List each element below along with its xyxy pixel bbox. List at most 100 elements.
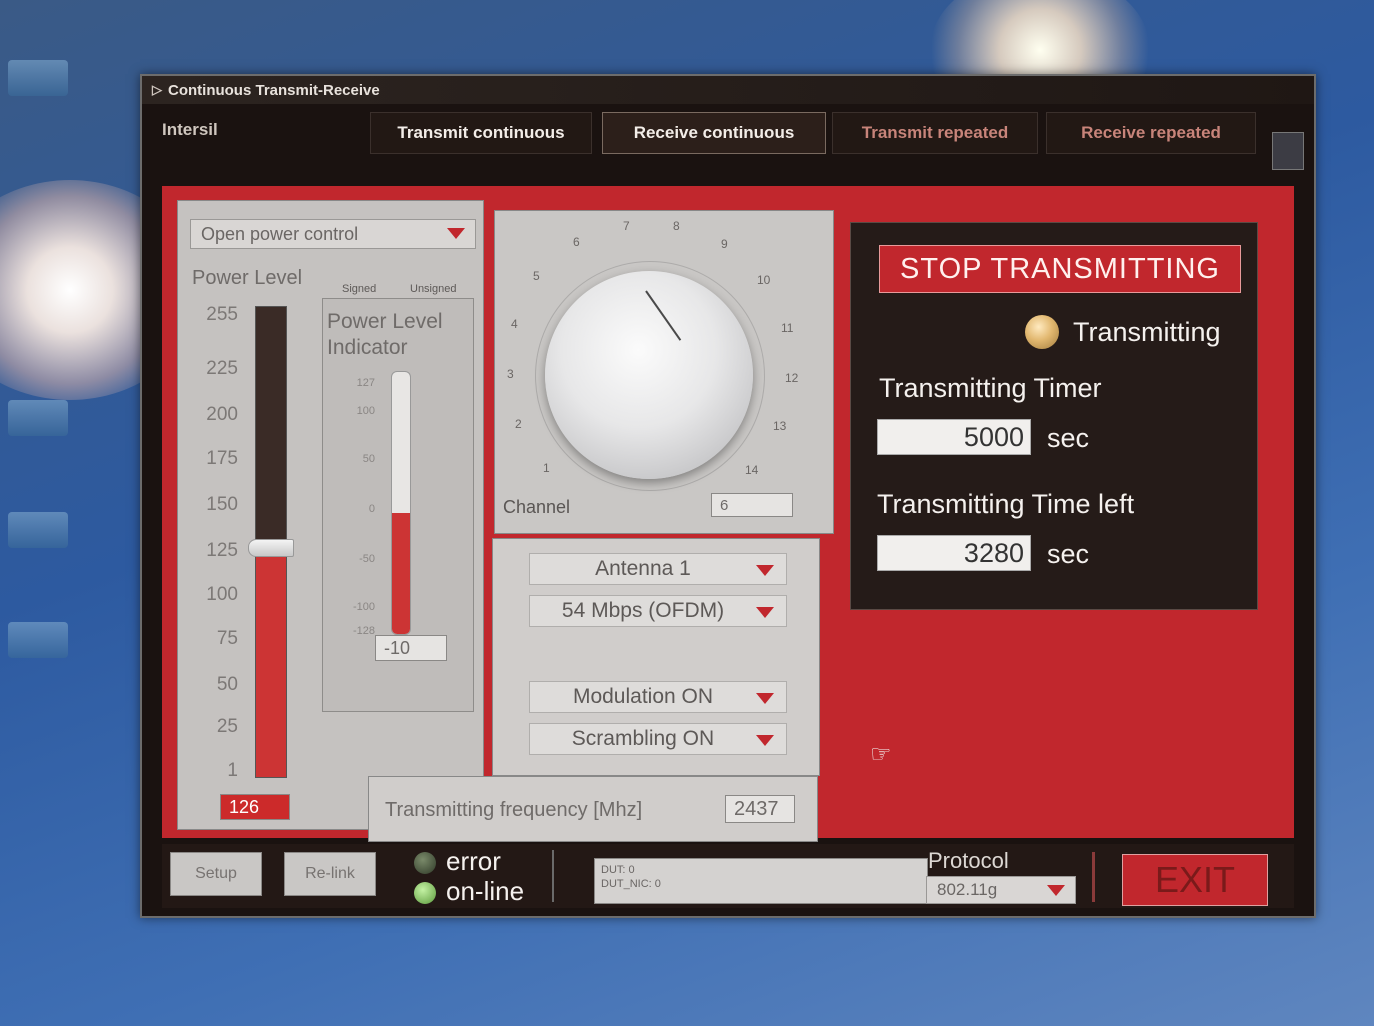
modulation-value: Modulation ON: [572, 685, 714, 708]
dial-number: 10: [757, 273, 771, 287]
mouse-cursor-icon: ☞: [870, 741, 892, 768]
chevron-down-icon: [756, 607, 774, 618]
frequency-value[interactable]: 2437: [725, 795, 795, 823]
title-bar: ▷ Continuous Transmit-Receive: [142, 76, 1314, 104]
scrambling-dropdown[interactable]: Scrambling ON: [529, 723, 787, 755]
desktop-icon[interactable]: [8, 60, 68, 96]
online-led-icon: [414, 882, 436, 904]
power-tick: 175: [206, 448, 238, 469]
modulation-dropdown[interactable]: Modulation ON: [529, 681, 787, 713]
protocol-dropdown[interactable]: 802.11g: [926, 876, 1076, 904]
dial-number: 14: [745, 463, 759, 477]
tab-receive-repeated[interactable]: Receive repeated: [1046, 112, 1256, 154]
time-left-label: Transmitting Time left: [877, 489, 1135, 519]
tab-transmit-continuous[interactable]: Transmit continuous: [370, 112, 592, 154]
indicator-tick: -100: [352, 601, 375, 613]
timer-unit: sec: [1047, 423, 1090, 453]
desktop-icon[interactable]: [8, 622, 68, 658]
chevron-down-icon: [1047, 885, 1065, 896]
antenna-dropdown[interactable]: Antenna 1: [529, 553, 787, 585]
chevron-down-icon: [756, 693, 774, 704]
tab-transmit-repeated[interactable]: Transmit repeated: [832, 112, 1038, 154]
power-tick: 50: [216, 674, 238, 695]
dial-number: 4: [511, 317, 518, 331]
power-tick: 255: [206, 304, 238, 325]
power-tick: 150: [206, 494, 238, 515]
indicator-tick: 0: [368, 503, 375, 515]
power-tick: 225: [206, 358, 238, 379]
power-indicator-panel: Power Level Indicator 127 100 50 0 -50 -…: [322, 298, 474, 712]
divider: [1092, 852, 1095, 902]
window-title: Continuous Transmit-Receive: [168, 81, 380, 99]
scrambling-value: Scrambling ON: [571, 727, 715, 750]
dial-number: 6: [573, 235, 580, 249]
power-slider-thumb[interactable]: [248, 538, 294, 557]
power-control-dropdown[interactable]: Open power control: [190, 219, 476, 249]
antenna-value: Antenna 1: [595, 557, 691, 580]
channel-panel: 1 2 3 4 5 6 7 8 9 10 11 12 13 14 Channel…: [494, 210, 834, 534]
timer-input[interactable]: 5000: [877, 419, 1031, 455]
indicator-title: Power Level Indicator: [327, 309, 443, 361]
indicator-tick: 127: [356, 377, 375, 389]
dial-number: 1: [543, 461, 550, 475]
dial-number: 11: [781, 321, 794, 335]
bottom-bar: Setup Re-link error on-line DUT: 0 DUT_N…: [162, 844, 1294, 908]
dial-number: 3: [507, 367, 514, 381]
time-left-field: 3280: [877, 535, 1031, 571]
dial-number: 12: [785, 371, 799, 385]
power-control-value: Open power control: [201, 223, 359, 244]
rate-dropdown[interactable]: 54 Mbps (OFDM): [529, 595, 787, 627]
online-label: on-line: [446, 876, 525, 906]
desktop-icon[interactable]: [8, 400, 68, 436]
indicator-tick: -128: [352, 625, 375, 637]
channel-value-field[interactable]: 6: [711, 493, 793, 517]
power-tick: 200: [206, 404, 238, 425]
signed-label: Signed: [342, 283, 377, 295]
power-level-label: Power Level: [192, 267, 303, 289]
scrollbar[interactable]: [1272, 132, 1304, 170]
indicator-value: -10: [375, 635, 447, 661]
indicator-tick: -50: [359, 553, 375, 565]
stop-transmitting-button[interactable]: STOP TRANSMITTING: [879, 245, 1241, 293]
dial-number: 2: [515, 417, 522, 431]
power-tick: 1: [227, 760, 238, 781]
brand-label: Intersil: [162, 120, 218, 139]
chevron-down-icon: [447, 228, 465, 239]
status-box: DUT: 0 DUT_NIC: 0: [594, 858, 928, 904]
error-led-icon: [414, 852, 436, 874]
protocol-value: 802.11g: [937, 880, 998, 899]
status-line-dut: DUT: 0: [601, 864, 635, 876]
status-line-dut-nic: DUT_NIC: 0: [601, 878, 661, 890]
transmitting-led-icon: [1025, 315, 1059, 349]
indicator-title-line2: Indicator: [327, 336, 408, 359]
dial-number: 9: [721, 237, 728, 251]
app-icon: ▷: [152, 82, 162, 97]
indicator-bar: [391, 371, 411, 635]
setup-button[interactable]: Setup: [170, 852, 262, 896]
desktop-icon[interactable]: [8, 512, 68, 548]
power-slider-fill: [256, 546, 286, 777]
dial-number: 7: [623, 219, 630, 233]
power-tick: 25: [216, 716, 238, 737]
tab-receive-continuous[interactable]: Receive continuous: [602, 112, 826, 154]
power-value-field[interactable]: 126: [220, 794, 290, 820]
exit-button[interactable]: EXIT: [1122, 854, 1268, 906]
protocol-label: Protocol: [928, 848, 1009, 873]
dial-number: 5: [533, 269, 540, 283]
app-window: ▷ Continuous Transmit-Receive _ □ × Inte…: [140, 74, 1316, 918]
power-tick: 125: [206, 540, 238, 561]
chevron-down-icon: [756, 565, 774, 576]
transmit-panel: STOP TRANSMITTING Transmitting Transmitt…: [850, 222, 1258, 610]
channel-label: Channel: [503, 497, 571, 517]
menu-bar: Intersil Transmit continuous Receive con…: [142, 106, 1314, 158]
indicator-fill: [392, 513, 410, 634]
indicator-title-line1: Power Level: [327, 310, 443, 333]
power-tick: 100: [206, 584, 238, 605]
relink-button[interactable]: Re-link: [284, 852, 376, 896]
transmitting-status: Transmitting: [1073, 317, 1221, 347]
chevron-down-icon: [756, 735, 774, 746]
indicator-tick: 100: [356, 405, 375, 417]
error-label: error: [446, 846, 501, 876]
channel-knob[interactable]: [545, 271, 753, 479]
frequency-label: Transmitting frequency [Mhz]: [385, 799, 643, 821]
